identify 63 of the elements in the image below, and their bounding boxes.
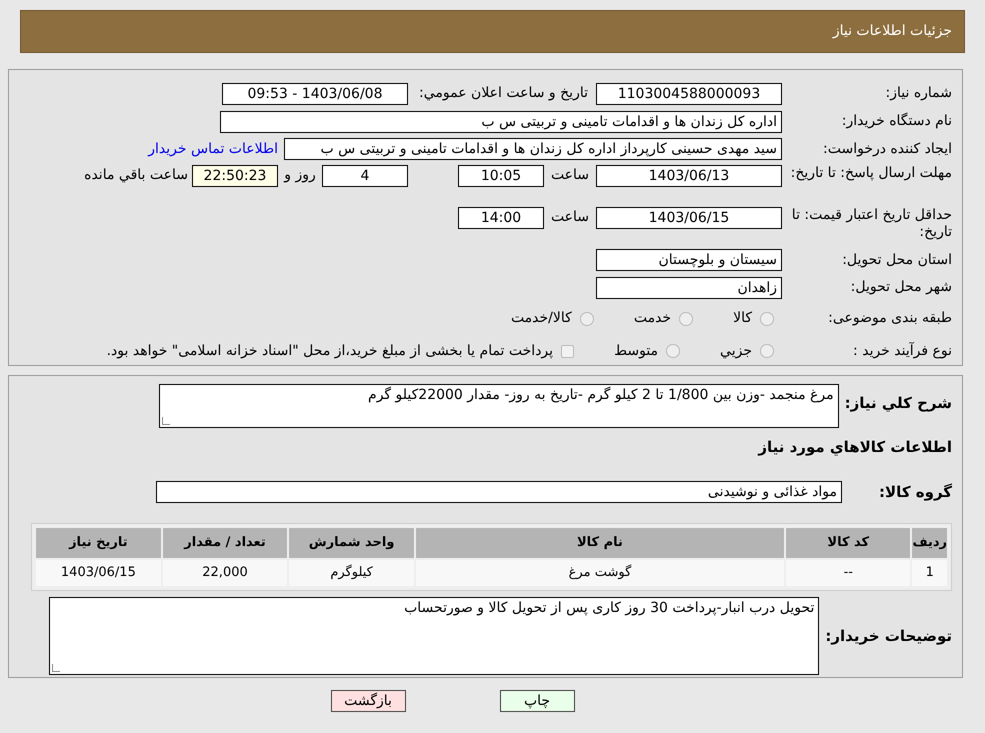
- field-label: کالا/خدمت: [510, 309, 572, 328]
- radio-button[interactable]: [666, 344, 680, 358]
- checkbox[interactable]: [561, 344, 574, 358]
- section-heading: اطلاعات کالاهاي مورد نياز: [756, 437, 952, 458]
- page-title: جزئیات اطلاعات نیاز: [832, 22, 952, 41]
- table-cell: گوشت مرغ: [416, 560, 784, 586]
- date-field[interactable]: 1403/06/08 - 09:53: [222, 82, 408, 105]
- number-field[interactable]: 1103004588000093: [596, 82, 782, 105]
- field-label: شرح کلي نياز:: [844, 393, 952, 414]
- field-label: توضیحات خریدار:: [825, 626, 952, 647]
- field-label: کالا: [733, 309, 752, 328]
- time-field[interactable]: 10:05: [458, 165, 544, 188]
- table-cell: 1: [912, 560, 947, 586]
- column-header: نام کالا: [416, 528, 784, 558]
- column-header: واحد شمارش: [289, 528, 414, 558]
- field-label: خدمت: [634, 309, 672, 328]
- back-button[interactable]: بازگشت: [330, 690, 406, 712]
- province-field[interactable]: سیستان و بلوچستان: [596, 249, 782, 272]
- field-label: ساعت باقي مانده: [84, 166, 188, 186]
- field-label: تاریخ و ساعت اعلان عمومي:: [418, 84, 588, 104]
- field-label: شهر محل تحویل:: [850, 278, 952, 298]
- field-label: طبقه بندی موضوعی:: [827, 309, 952, 328]
- column-header: تاريخ نياز: [36, 528, 161, 558]
- days-field[interactable]: 4: [322, 165, 408, 188]
- radio-button[interactable]: [580, 312, 594, 326]
- field-label: حداقل تاریخ اعتبار قیمت: تا تاریخ:: [790, 206, 952, 241]
- radio-button[interactable]: [679, 312, 694, 326]
- field-label: متوسط: [614, 342, 658, 361]
- buyer-field[interactable]: اداره کل زندان ها و اقدامات تامینی و تربیتی س ب: [220, 110, 782, 133]
- field-label: ساعت: [550, 208, 590, 227]
- field-label: نام دستگاه خریدار:: [840, 112, 952, 132]
- field-label: شماره نیاز:: [884, 84, 952, 104]
- date-field[interactable]: 1403/06/13: [596, 165, 782, 188]
- field-label: پرداخت تمام یا بخشی از مبلغ خرید،از محل "اسناد خزانه اسلامی" خواهد بود.: [106, 342, 554, 361]
- column-header: تعداد / مقدار: [162, 528, 288, 558]
- field-label: جزيي: [720, 342, 752, 361]
- field-label: نوع فرآیند خرید :: [852, 341, 952, 361]
- notes-field[interactable]: تحویل درب انبار-پرداخت 30 روز کاری پس از تحویل کالا و صورتحساب: [49, 597, 820, 675]
- field-label: ایجاد کننده درخواست:: [822, 140, 952, 159]
- field-label: روز و: [282, 166, 317, 186]
- city-field[interactable]: زاهدان: [596, 276, 782, 299]
- radio-button[interactable]: [760, 312, 774, 326]
- table-cell: کیلوگرم: [289, 560, 414, 586]
- field-label: استان محل تحویل:: [841, 250, 952, 270]
- description-field[interactable]: مرغ منجمد -وزن بین 1/800 تا 2 کیلو گرم -تاریخ به روز- مقدار 22000کیلو گرم: [158, 384, 839, 428]
- remaining-time-field[interactable]: 22:50:23: [192, 165, 278, 188]
- contact-link[interactable]: اطلاعات تماس خریدار: [148, 138, 278, 160]
- radio-button[interactable]: [760, 344, 774, 358]
- field-label: مهلت ارسال پاسخ: تا تاریخ:: [790, 165, 952, 182]
- field-label: ساعت: [550, 166, 590, 186]
- date-field[interactable]: 1403/06/15: [596, 206, 782, 229]
- column-header: رديف: [912, 528, 947, 558]
- requester-field[interactable]: سید مهدی حسینی کارپرداز اداره کل زندان ها و اقدامات تامینی و تربیتی س ب: [284, 138, 782, 160]
- table-cell: 1403/06/15: [36, 560, 161, 586]
- resize-icon[interactable]: [52, 664, 60, 672]
- print-button[interactable]: چاپ: [500, 690, 574, 712]
- time-field[interactable]: 14:00: [458, 206, 544, 229]
- table-cell: 22,000: [162, 560, 288, 586]
- resize-icon[interactable]: [162, 417, 170, 425]
- field-label: گروه کالا:: [878, 482, 952, 503]
- column-header: کد کالا: [786, 528, 910, 558]
- table-cell: --: [786, 560, 910, 586]
- goods-group-field[interactable]: مواد غذائی و نوشیدنی: [156, 480, 842, 503]
